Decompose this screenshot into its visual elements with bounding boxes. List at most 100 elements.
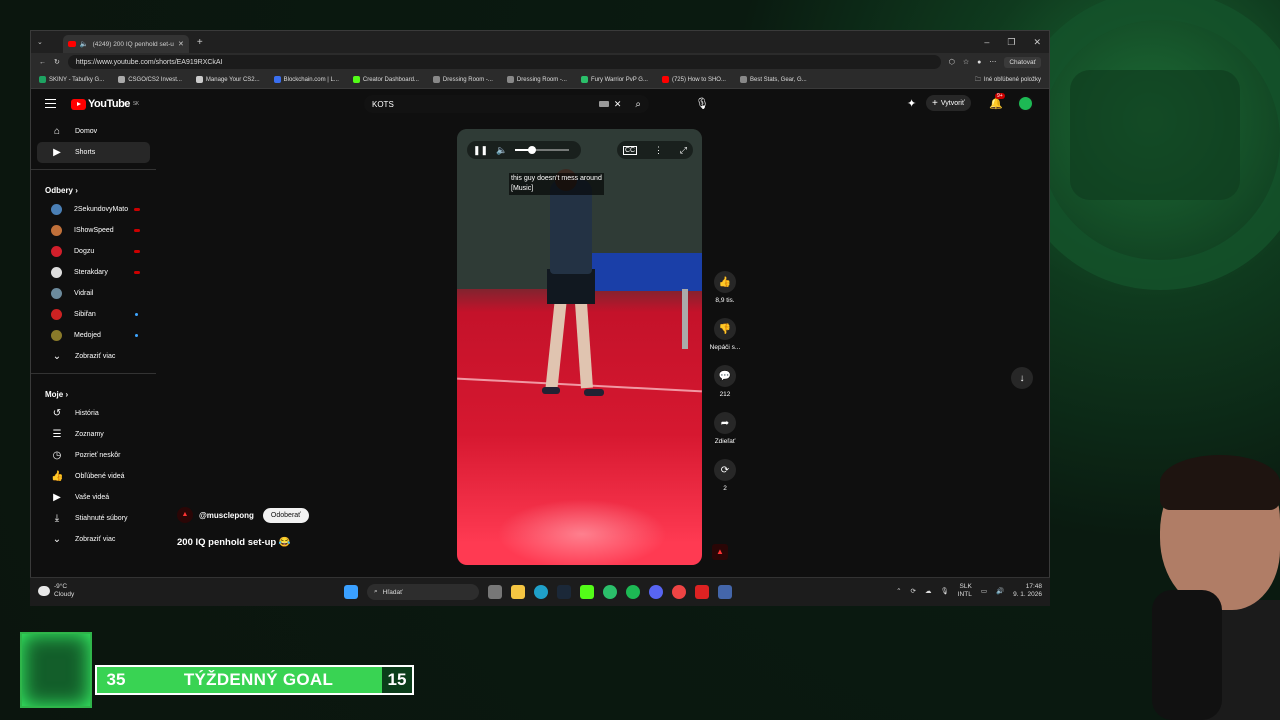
- library-item[interactable]: ▶ Vaše videá: [37, 487, 150, 508]
- tray-chevron-icon[interactable]: ⌃: [896, 587, 901, 595]
- steam-icon[interactable]: [557, 585, 571, 599]
- clear-search-icon[interactable]: ✕: [614, 99, 622, 110]
- more-vert-icon[interactable]: ⋮: [654, 145, 663, 156]
- bookmark-item[interactable]: Dressing Room -...: [432, 76, 493, 83]
- app-blue-icon[interactable]: [718, 585, 732, 599]
- back-icon[interactable]: ←: [39, 59, 46, 66]
- kick-icon[interactable]: [580, 585, 594, 599]
- menu-icon[interactable]: [45, 99, 56, 108]
- profile-icon[interactable]: ●: [977, 59, 981, 66]
- taskbar-search[interactable]: ⌕ Hľadať: [367, 584, 479, 600]
- mine-title[interactable]: Moje ›: [31, 380, 156, 403]
- subscription-item[interactable]: Medojed: [37, 325, 150, 346]
- pause-icon[interactable]: ❚❚: [473, 145, 488, 156]
- subscribe-button[interactable]: Odoberať: [262, 507, 309, 523]
- task-view-icon[interactable]: [488, 585, 502, 599]
- show-more-subs[interactable]: ⌄ Zobraziť viac: [37, 346, 150, 367]
- library-item[interactable]: ◷ Pozrieť neskôr: [37, 445, 150, 466]
- dislike-icon[interactable]: 👎: [714, 318, 736, 340]
- tray-sync-icon[interactable]: ⟳: [911, 587, 916, 595]
- channel-avatar[interactable]: ▲: [177, 507, 193, 523]
- obs-icon[interactable]: [603, 585, 617, 599]
- weather-widget[interactable]: -9°C Cloudy: [38, 583, 74, 599]
- channel-name[interactable]: @musclepong: [199, 511, 254, 520]
- volume-tray-icon[interactable]: 🔊: [996, 587, 1004, 595]
- sparkle-icon[interactable]: ✦: [907, 97, 916, 110]
- comments-icon[interactable]: 💬: [714, 365, 736, 387]
- discord-icon[interactable]: [649, 585, 663, 599]
- share-action[interactable]: ➦ Zdieľať: [706, 412, 744, 459]
- search-icon[interactable]: ⌕: [635, 99, 641, 110]
- browser-tab[interactable]: 🔈 (4249) 200 IQ penhold set-up ✕: [62, 35, 189, 53]
- youtube-logo[interactable]: YouTube SK: [71, 98, 139, 110]
- bookmark-item[interactable]: SKINY - Tabuľky G...: [39, 76, 104, 83]
- library-item[interactable]: ↺ História: [37, 403, 150, 424]
- network-icon[interactable]: ▭: [981, 587, 987, 595]
- create-button[interactable]: + Vytvoriť: [926, 95, 971, 111]
- comments-action[interactable]: 💬 212: [706, 365, 744, 412]
- volume-knob[interactable]: [527, 146, 536, 154]
- library-item[interactable]: ☰ Zoznamy: [37, 424, 150, 445]
- subscription-item[interactable]: IShowSpeed: [37, 220, 150, 241]
- close-tab-icon[interactable]: ✕: [178, 40, 184, 48]
- remix-action[interactable]: ⟳ 2: [706, 459, 744, 506]
- restore-icon[interactable]: ❐: [1007, 37, 1015, 48]
- keyboard-icon[interactable]: [598, 101, 609, 107]
- tray-cloud-icon[interactable]: ☁: [925, 587, 932, 595]
- bookmark-item[interactable]: Fury Warrior PvP G...: [580, 76, 648, 83]
- avatar[interactable]: [1017, 95, 1034, 112]
- chrome-icon[interactable]: [672, 585, 686, 599]
- reload-icon[interactable]: ↻: [54, 58, 60, 66]
- subscription-item[interactable]: Sterakdary: [37, 262, 150, 283]
- captions-icon[interactable]: CC: [623, 145, 638, 155]
- new-tab-icon[interactable]: +: [197, 37, 203, 48]
- share-icon[interactable]: ➦: [714, 412, 736, 434]
- more-icon[interactable]: ⋯: [989, 58, 996, 66]
- edge-icon[interactable]: [534, 585, 548, 599]
- tab-list-icon[interactable]: ⌄: [37, 38, 43, 46]
- next-short-button[interactable]: ↓: [1011, 367, 1033, 389]
- extensions-icon[interactable]: ⬡: [949, 58, 955, 66]
- clock[interactable]: 17:48 9. 1. 2026: [1013, 583, 1042, 599]
- remix-icon[interactable]: ⟳: [714, 459, 736, 481]
- close-window-icon[interactable]: ✕: [1033, 37, 1041, 48]
- minimize-icon[interactable]: –: [984, 37, 989, 48]
- subscriptions-title[interactable]: Odbery ›: [31, 176, 156, 199]
- dislike-action[interactable]: 👎 Nepáči s...: [706, 318, 744, 365]
- bookmark-item[interactable]: Blockchain.com | L...: [273, 76, 339, 83]
- mic-icon[interactable]: 🎙: [695, 97, 709, 110]
- windows-start-icon[interactable]: [344, 585, 358, 599]
- channel-thumbnail[interactable]: ▲: [712, 544, 728, 560]
- file-explorer-icon[interactable]: [511, 585, 525, 599]
- app-red-icon[interactable]: [695, 585, 709, 599]
- like-action[interactable]: 👍 8,9 tis.: [706, 271, 744, 318]
- library-item[interactable]: ⤓ Stiahnuté súbory: [37, 508, 150, 529]
- bookmark-item[interactable]: CSGO/CS2 Invest...: [118, 76, 182, 83]
- subscription-item[interactable]: Vidrail: [37, 283, 150, 304]
- keyboard-layout[interactable]: SLK INTL: [958, 583, 972, 599]
- favorites-icon[interactable]: ☆: [963, 58, 969, 66]
- bookmark-item[interactable]: Manage Your CS2...: [195, 76, 260, 83]
- sidebar-item-domov[interactable]: ⌂ Domov: [37, 121, 150, 142]
- volume-slider[interactable]: [515, 146, 570, 154]
- show-more-mine[interactable]: ⌄ Zobraziť viac: [37, 529, 150, 550]
- like-icon[interactable]: 👍: [714, 271, 736, 293]
- url-field[interactable]: https://www.youtube.com/shorts/EA919RXCk…: [67, 55, 941, 69]
- bookmark-item[interactable]: Creator Dashboard...: [352, 76, 419, 83]
- fullscreen-icon[interactable]: ⤢: [680, 145, 687, 156]
- subscription-item[interactable]: Dogzu: [37, 241, 150, 262]
- library-item[interactable]: 👍 Obľúbené videá: [37, 466, 150, 487]
- sidebar-item-shorts[interactable]: ▶ Shorts: [37, 142, 150, 163]
- bookmark-item[interactable]: (725) How to SHO...: [661, 76, 726, 83]
- spotify-icon[interactable]: [626, 585, 640, 599]
- short-video[interactable]: ❚❚ 🔈 CC ⋮ ⤢ this guy doesn't mess around…: [457, 129, 702, 565]
- other-bookmarks[interactable]: 🗀 Iné obľúbené položky: [975, 75, 1041, 85]
- subscription-item[interactable]: 2SekundovyMato: [37, 199, 150, 220]
- chat-button[interactable]: Chatovať: [1004, 56, 1041, 68]
- bookmark-item[interactable]: Best Stats, Gear, G...: [739, 76, 807, 83]
- tray-mic-icon[interactable]: 🎙: [940, 587, 948, 595]
- volume-icon[interactable]: 🔈: [496, 145, 507, 156]
- search-input[interactable]: KOTS ✕ ⌕: [364, 95, 649, 113]
- subscription-item[interactable]: Sibiřan: [37, 304, 150, 325]
- bookmark-item[interactable]: Dressing Room -...: [506, 76, 567, 83]
